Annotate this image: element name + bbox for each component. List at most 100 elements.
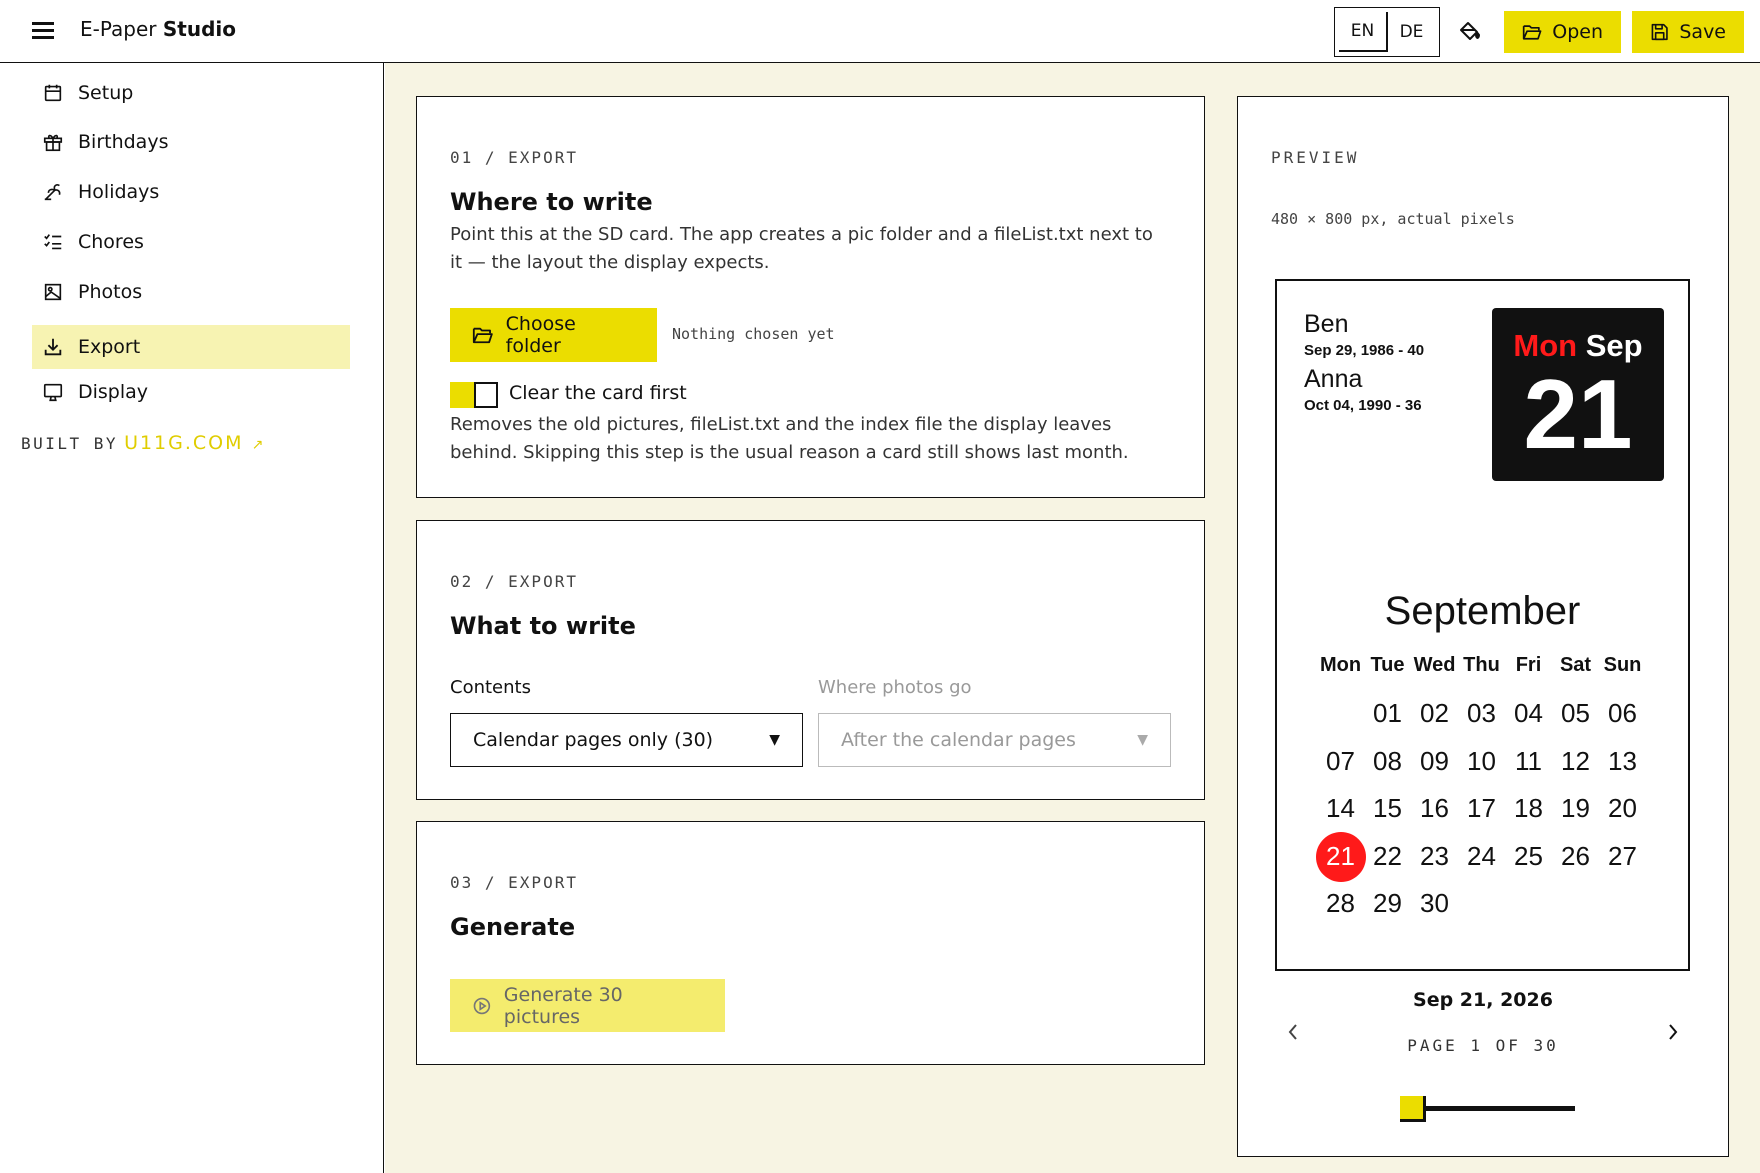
sidebar-item-setup[interactable]: Setup bbox=[32, 71, 350, 115]
calendar-day: 14 bbox=[1326, 793, 1355, 823]
today-number: 21 bbox=[1523, 359, 1633, 469]
monitor-icon bbox=[43, 383, 63, 402]
weekday-header: Fri bbox=[1515, 654, 1542, 676]
floppy-disk-icon bbox=[1651, 23, 1668, 41]
chevron-right-icon[interactable] bbox=[1663, 1020, 1683, 1044]
weekday-header: Mon bbox=[1319, 654, 1362, 676]
calendar-day: 22 bbox=[1373, 840, 1402, 871]
calendar-day: 30 bbox=[1420, 888, 1449, 918]
app-header: E-Paper Studio EN DE Open Save bbox=[0, 0, 1760, 63]
weekday-header: Tue bbox=[1370, 654, 1405, 676]
toggle-label: Clear the card first bbox=[509, 382, 687, 404]
calendar-day: 20 bbox=[1608, 793, 1637, 823]
calendar-day: 04 bbox=[1514, 698, 1543, 728]
sidebar-item-chores[interactable]: Chores bbox=[32, 220, 350, 264]
calendar-day: 29 bbox=[1373, 888, 1402, 918]
photos-label: Where photos go bbox=[818, 677, 972, 698]
calendar-day: 13 bbox=[1608, 745, 1637, 776]
preview-date: Sep 21, 2026 bbox=[1413, 989, 1553, 1011]
calendar-day: 01 bbox=[1373, 698, 1402, 728]
folder-open-icon bbox=[1522, 25, 1542, 40]
card-title: What to write bbox=[450, 612, 636, 640]
folder-status: Nothing chosen yet bbox=[672, 325, 835, 343]
brand: E-Paper Studio bbox=[80, 17, 236, 41]
calendar-day: 19 bbox=[1561, 793, 1590, 823]
birthday-name: Ben bbox=[1304, 310, 1349, 338]
checklist-icon bbox=[44, 234, 62, 250]
sidebar-item-holidays[interactable]: Holidays bbox=[32, 170, 350, 214]
page-slider-track[interactable] bbox=[1422, 1106, 1575, 1111]
calendar-day: 28 bbox=[1326, 888, 1355, 918]
menu-icon[interactable] bbox=[32, 22, 54, 40]
calendar-day: 17 bbox=[1467, 793, 1496, 823]
page-indicator: PAGE 1 OF 30 bbox=[1407, 1036, 1559, 1055]
calendar-day: 05 bbox=[1561, 698, 1590, 728]
calendar-day: 12 bbox=[1561, 745, 1590, 776]
card-what-to-write: 02 / EXPORT What to write Contents Where… bbox=[416, 520, 1205, 800]
caret-down-icon: ▼ bbox=[1137, 732, 1148, 748]
birthday-name: Anna bbox=[1304, 365, 1363, 393]
sidebar-item-photos[interactable]: Photos bbox=[32, 270, 350, 314]
calendar-day: 27 bbox=[1608, 840, 1637, 871]
preview-eyebrow: PREVIEW bbox=[1271, 148, 1360, 167]
sidebar: Setup Birthdays Holidays Chores Photos E… bbox=[0, 63, 384, 1173]
calendar-day: 06 bbox=[1608, 698, 1637, 728]
calendar-day: 24 bbox=[1467, 840, 1496, 871]
weekday-header: Wed bbox=[1413, 654, 1456, 676]
contents-select[interactable]: Calendar pages only (30) ▼ bbox=[450, 713, 803, 767]
calendar-day: 08 bbox=[1373, 745, 1402, 776]
save-button[interactable]: Save bbox=[1632, 11, 1744, 53]
calendar-day: 11 bbox=[1515, 745, 1542, 776]
lang-en-button[interactable]: EN bbox=[1339, 12, 1388, 52]
today-weekday: Mon bbox=[1513, 328, 1578, 363]
card-generate: 03 / EXPORT Generate Generate 30 picture… bbox=[416, 821, 1205, 1065]
lang-de-button[interactable]: DE bbox=[1388, 12, 1435, 52]
calendar-day: 10 bbox=[1467, 745, 1496, 776]
caret-down-icon: ▼ bbox=[769, 732, 780, 748]
page-slider-thumb[interactable] bbox=[1400, 1096, 1426, 1122]
calendar-day: 25 bbox=[1514, 840, 1543, 871]
card-eyebrow: 01 / EXPORT bbox=[450, 148, 578, 167]
today-month: Sep bbox=[1585, 328, 1643, 363]
built-by: BUILT BY U11G.COM ↗ bbox=[21, 432, 266, 454]
open-button[interactable]: Open bbox=[1504, 11, 1621, 53]
calendar-day: 16 bbox=[1420, 793, 1449, 823]
calendar-day: 09 bbox=[1420, 745, 1449, 776]
today-block: Mon Sep 21 bbox=[1492, 308, 1664, 481]
palm-tree-icon bbox=[44, 184, 61, 201]
birthday-date: Oct 04, 1990 - 36 bbox=[1304, 397, 1422, 414]
epaper-preview: Ben Sep 29, 1986 - 40 Anna Oct 04, 1990 … bbox=[1275, 279, 1690, 971]
calendar-day: 03 bbox=[1467, 698, 1496, 728]
paint-bucket-icon[interactable] bbox=[1458, 20, 1482, 44]
built-by-link[interactable]: U11G.COM ↗ bbox=[124, 432, 265, 454]
contents-label: Contents bbox=[450, 677, 531, 698]
image-icon bbox=[44, 283, 62, 301]
clear-card-toggle[interactable] bbox=[450, 382, 498, 408]
card-eyebrow: 03 / EXPORT bbox=[450, 873, 578, 892]
weekday-header: Sun bbox=[1603, 654, 1642, 676]
photos-position-select: After the calendar pages ▼ bbox=[818, 713, 1171, 767]
weekday-header: Thu bbox=[1463, 654, 1500, 676]
weekday-header: Sat bbox=[1559, 654, 1592, 676]
birthday-date: Sep 29, 1986 - 40 bbox=[1304, 342, 1425, 359]
sidebar-item-export[interactable]: Export bbox=[32, 325, 350, 369]
month-name: September bbox=[1384, 589, 1581, 633]
download-icon bbox=[44, 338, 62, 356]
calendar-day: 02 bbox=[1420, 698, 1449, 728]
calendar-icon bbox=[44, 84, 62, 102]
sidebar-item-birthdays[interactable]: Birthdays bbox=[32, 120, 350, 164]
sidebar-item-display[interactable]: Display bbox=[32, 370, 350, 414]
calendar-day: 18 bbox=[1514, 793, 1543, 823]
toggle-description: Removes the old pictures, fileList.txt a… bbox=[450, 414, 1129, 463]
calendar-day: 07 bbox=[1326, 745, 1355, 776]
gift-icon bbox=[43, 134, 63, 152]
card-eyebrow: 02 / EXPORT bbox=[450, 572, 578, 591]
card-title: Where to write bbox=[450, 188, 653, 216]
card-title: Generate bbox=[450, 913, 576, 941]
card-description: Point this at the SD card. The app creat… bbox=[450, 224, 1153, 273]
folder-open-icon bbox=[472, 327, 493, 344]
generate-button[interactable]: Generate 30 pictures bbox=[450, 979, 725, 1032]
choose-folder-button[interactable]: Choose folder bbox=[450, 308, 657, 362]
language-switch: EN DE bbox=[1334, 7, 1440, 57]
card-where-to-write: 01 / EXPORT Where to write Point this at… bbox=[416, 96, 1205, 498]
